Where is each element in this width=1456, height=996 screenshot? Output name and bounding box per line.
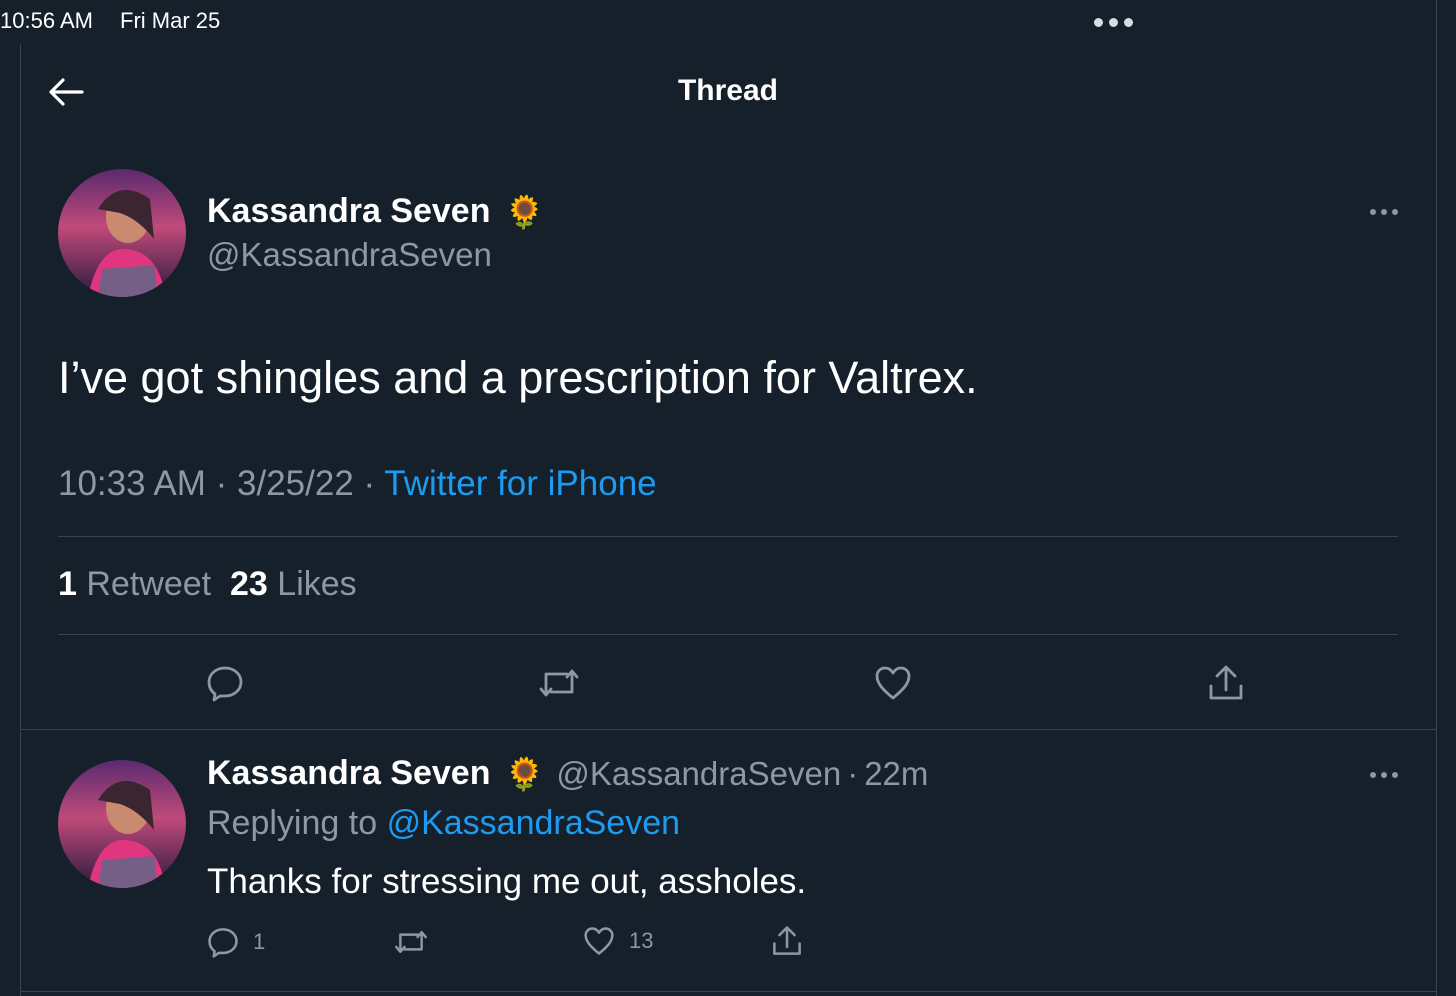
reply-count: 1 [253, 929, 266, 954]
more-options-icon[interactable] [1370, 209, 1398, 215]
meta-separator: · [363, 464, 376, 503]
share-button[interactable] [771, 924, 803, 958]
meta-separator: · [847, 754, 859, 792]
retweet-count[interactable]: 1 [58, 565, 77, 603]
like-count[interactable]: 23 [230, 565, 268, 603]
divider [58, 536, 1398, 537]
retweet-label[interactable]: Retweet [86, 565, 211, 603]
replying-to-link[interactable]: @KassandraSeven [387, 804, 680, 842]
avatar-image [58, 169, 186, 297]
engagement-counts: 1 Retweet 23 Likes [58, 565, 357, 604]
avatar[interactable] [58, 169, 186, 297]
divider [20, 729, 1436, 730]
frame-border-right [1436, 0, 1437, 996]
status-time: 10:56 AM [0, 8, 93, 33]
like-button[interactable] [869, 659, 917, 707]
tweet-text: Thanks for stressing me out, assholes. [207, 862, 807, 901]
reply-button[interactable] [201, 659, 249, 707]
author-handle[interactable]: @KassandraSeven [556, 755, 841, 793]
author-name[interactable]: Kassandra Seven [207, 754, 491, 793]
more-options-icon[interactable] [1370, 772, 1398, 778]
tweet-date: 3/25/22 [237, 464, 354, 503]
heart-icon [584, 927, 614, 955]
reply-icon [208, 928, 238, 958]
tweet-time: 10:33 AM [58, 464, 206, 503]
share-icon [773, 926, 801, 955]
retweet-button[interactable] [535, 659, 583, 707]
author-name[interactable]: Kassandra Seven [207, 192, 491, 231]
replying-to: Replying to @KassandraSeven [207, 804, 680, 843]
retweet-icon [395, 930, 427, 954]
reply-icon [207, 666, 243, 702]
replying-label: Replying to [207, 804, 378, 842]
tweet-meta: 10:33 AM · 3/25/22 · Twitter for iPhone [58, 464, 657, 504]
tweet-source-link[interactable]: Twitter for iPhone [384, 464, 656, 503]
divider [20, 991, 1436, 992]
avatar-image [58, 760, 186, 888]
tweet-age[interactable]: 22m [864, 755, 928, 793]
sunflower-icon: 🌻 [504, 755, 545, 792]
status-bar: 10:56 AM Fri Mar 25 [0, 0, 1456, 44]
page-title: Thread [677, 74, 779, 107]
divider [58, 634, 1398, 635]
reply-button[interactable]: 1 [207, 926, 265, 958]
retweet-icon [539, 669, 579, 697]
heart-icon [875, 666, 911, 700]
retweet-button[interactable] [393, 926, 429, 958]
share-button[interactable] [1202, 659, 1250, 707]
like-label[interactable]: Likes [277, 565, 356, 603]
tweet-text: I’ve got shingles and a prescription for… [58, 352, 978, 403]
reply-author-row: Kassandra Seven 🌻 @KassandraSeven · 22m [207, 754, 928, 793]
sunflower-icon: 🌻 [504, 193, 545, 230]
multitasking-dots-icon[interactable] [1094, 18, 1133, 27]
author-handle[interactable]: @KassandraSeven [207, 236, 492, 274]
author-row: Kassandra Seven 🌻 [207, 192, 544, 231]
meta-separator: · [215, 464, 228, 503]
like-count: 13 [629, 928, 654, 953]
status-date: Fri Mar 25 [120, 8, 221, 33]
like-button[interactable]: 13 [583, 926, 653, 956]
avatar[interactable] [58, 760, 186, 888]
share-icon [1209, 665, 1243, 700]
frame-border-left [20, 44, 21, 996]
